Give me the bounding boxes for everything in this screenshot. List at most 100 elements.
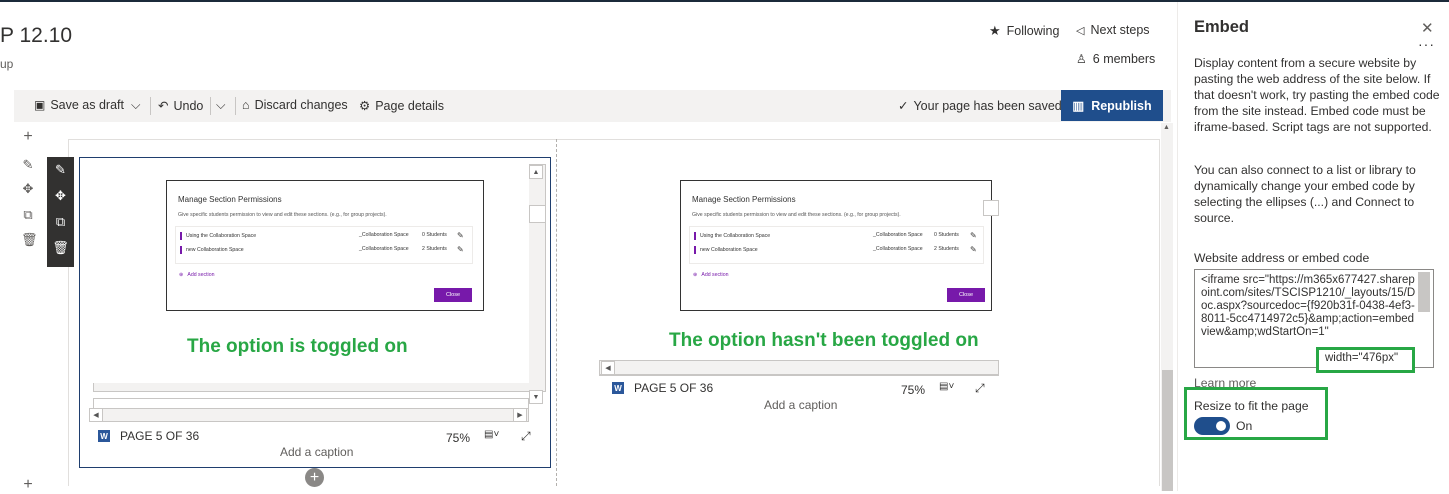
move-section-icon[interactable]: ✥ [21, 181, 35, 197]
scroll-up-icon[interactable]: ▲ [1163, 124, 1170, 131]
view-menu-icon[interactable]: ▤˅ [939, 381, 954, 392]
gear-icon: ⚙ [359, 99, 371, 113]
view-menu-icon[interactable]: ▤˅ [484, 429, 499, 440]
toggle-state-label: On [1236, 419, 1253, 433]
close-icon[interactable]: ✕ [1421, 19, 1434, 37]
permission-row: Using the Collaboration Space [180, 232, 256, 240]
next-page-edge [93, 398, 529, 408]
dialog-close-button[interactable]: Close [434, 288, 472, 302]
annotation-not-toggled: The option hasn't been toggled on [669, 330, 979, 351]
embed-code-text: <iframe src="https://m365x677427.sharepo… [1201, 274, 1416, 338]
republish-button[interactable]: ▥ Republish [1061, 90, 1163, 121]
embed-property-pane: Embed ✕ ··· Display content from a secur… [1177, 2, 1449, 491]
pencil-icon[interactable]: ✎ [457, 231, 464, 240]
book-icon: ▥ [1072, 99, 1085, 113]
add-section-icon[interactable]: + [21, 128, 35, 146]
members-button[interactable]: ♙ 6 members [1076, 52, 1155, 66]
toolbar-separator [235, 97, 236, 115]
toolbar-separator [210, 97, 211, 115]
pencil-icon[interactable]: ✎ [970, 231, 977, 240]
resize-toggle[interactable] [1194, 417, 1230, 435]
following-button[interactable]: ★ Following [989, 23, 1059, 39]
zoom-level[interactable]: 75% [446, 431, 470, 445]
scroll-left-button[interactable]: ◀ [89, 408, 103, 422]
horizontal-scrollbar[interactable] [599, 360, 999, 375]
edit-webpart-icon[interactable]: ✎ [55, 162, 66, 178]
scroll-right-button[interactable]: ▶ [513, 408, 527, 422]
canvas-scroll-thumb[interactable] [1162, 370, 1173, 491]
discard-changes-button[interactable]: ⌂ Discard changes [242, 98, 348, 112]
permissions-dialog-left: Manage Section Permissions Give specific… [166, 180, 484, 311]
word-icon: W [98, 430, 110, 442]
permission-row: Using the Collaboration Space [694, 232, 770, 240]
undo-dropdown-chevron[interactable]: ⌵ [216, 98, 225, 113]
discard-icon: ⌂ [242, 98, 250, 112]
permission-row-space: _Collaboration Space [873, 246, 923, 252]
permission-row-space: _Collaboration Space [359, 232, 409, 238]
dialog-title: Manage Section Permissions [692, 195, 796, 204]
duplicate-webpart-icon[interactable]: ⧉ [56, 214, 65, 230]
scroll-up-button[interactable]: ▲ [529, 165, 543, 179]
next-steps-label: Next steps [1090, 23, 1150, 37]
caption-input[interactable]: Add a caption [280, 445, 353, 459]
width-highlight-text: width="476px" [1325, 352, 1399, 364]
dialog-close-button[interactable]: Close [947, 288, 985, 302]
duplicate-section-icon[interactable]: ⧉ [21, 207, 35, 223]
permissions-dialog-right: Manage Section Permissions Give specific… [680, 180, 992, 311]
save-as-draft-button[interactable]: ▣ Save as draft [34, 98, 124, 112]
permission-row-count: 0 Students [934, 232, 959, 238]
dialog-text: Give specific students permission to vie… [692, 212, 901, 218]
dialog-text: Give specific students permission to vie… [178, 212, 387, 218]
toolbar-separator [150, 97, 151, 115]
permission-row: new Collaboration Space [180, 246, 244, 254]
pencil-icon[interactable]: ✎ [457, 245, 464, 254]
panel-title: Embed [1194, 18, 1250, 36]
site-subtitle: up [0, 57, 14, 71]
chevron-down-icon: ⌵ [131, 98, 141, 112]
add-section-link[interactable]: ⊕ Add section [693, 272, 728, 278]
permission-row-space: _Collaboration Space [873, 232, 923, 238]
scroll-thumb[interactable] [983, 200, 999, 216]
scroll-down-button[interactable]: ▼ [529, 390, 543, 404]
scroll-left-button[interactable]: ◀ [601, 361, 615, 375]
add-section-bottom-icon[interactable]: + [21, 476, 35, 494]
fullscreen-icon[interactable]: ⤢ [521, 429, 531, 444]
annotation-toggled-on: The option is toggled on [187, 336, 408, 357]
webpart-toolbar: ✎ ✥ ⧉ 🗑 [47, 157, 74, 267]
zoom-level[interactable]: 75% [901, 383, 925, 397]
star-icon: ★ [989, 23, 1001, 38]
page-details-button[interactable]: ⚙ Page details [359, 98, 445, 114]
scroll-thumb[interactable] [529, 205, 546, 223]
pencil-icon[interactable]: ✎ [970, 245, 977, 254]
chevron-down-icon: ⌵ [216, 98, 226, 112]
delete-section-icon[interactable]: 🗑 [21, 232, 38, 248]
add-webpart-button[interactable]: + [305, 468, 324, 487]
next-steps-button[interactable]: ◁ Next steps [1076, 23, 1150, 37]
save-status: ✓ Your page has been saved [898, 98, 1062, 114]
panel-description-connect: You can also connect to a list or librar… [1194, 163, 1416, 225]
add-section-link[interactable]: ⊕ Add section [179, 272, 214, 278]
caption-input[interactable]: Add a caption [764, 398, 837, 412]
permission-row: new Collaboration Space [694, 246, 758, 254]
word-icon: W [612, 382, 624, 394]
checkmark-icon: ✓ [898, 99, 909, 113]
move-webpart-icon[interactable]: ✥ [55, 188, 66, 204]
save-icon: ▣ [34, 98, 46, 112]
more-options-icon[interactable]: ··· [1418, 36, 1435, 52]
permission-row-space: _Collaboration Space [359, 246, 409, 252]
horizontal-scrollbar[interactable] [89, 408, 529, 422]
edit-section-icon[interactable]: ✎ [21, 157, 35, 173]
delete-webpart-icon[interactable]: 🗑 [52, 240, 69, 256]
following-label: Following [1006, 24, 1060, 38]
members-label: 6 members [1092, 52, 1156, 66]
page-indicator: W PAGE 5 OF 36 [98, 429, 199, 443]
save-dropdown-chevron[interactable]: ⌵ [131, 98, 140, 113]
undo-button[interactable]: ↶ Undo [158, 98, 203, 114]
textarea-scrollbar[interactable] [1418, 272, 1430, 312]
discard-changes-label: Discard changes [254, 98, 348, 112]
page-details-label: Page details [375, 98, 445, 113]
page-indicator-label: PAGE 5 OF 36 [120, 429, 200, 443]
save-status-label: Your page has been saved [913, 98, 1062, 113]
permission-row-count: 2 Students [934, 246, 959, 252]
fullscreen-icon[interactable]: ⤢ [975, 381, 985, 396]
